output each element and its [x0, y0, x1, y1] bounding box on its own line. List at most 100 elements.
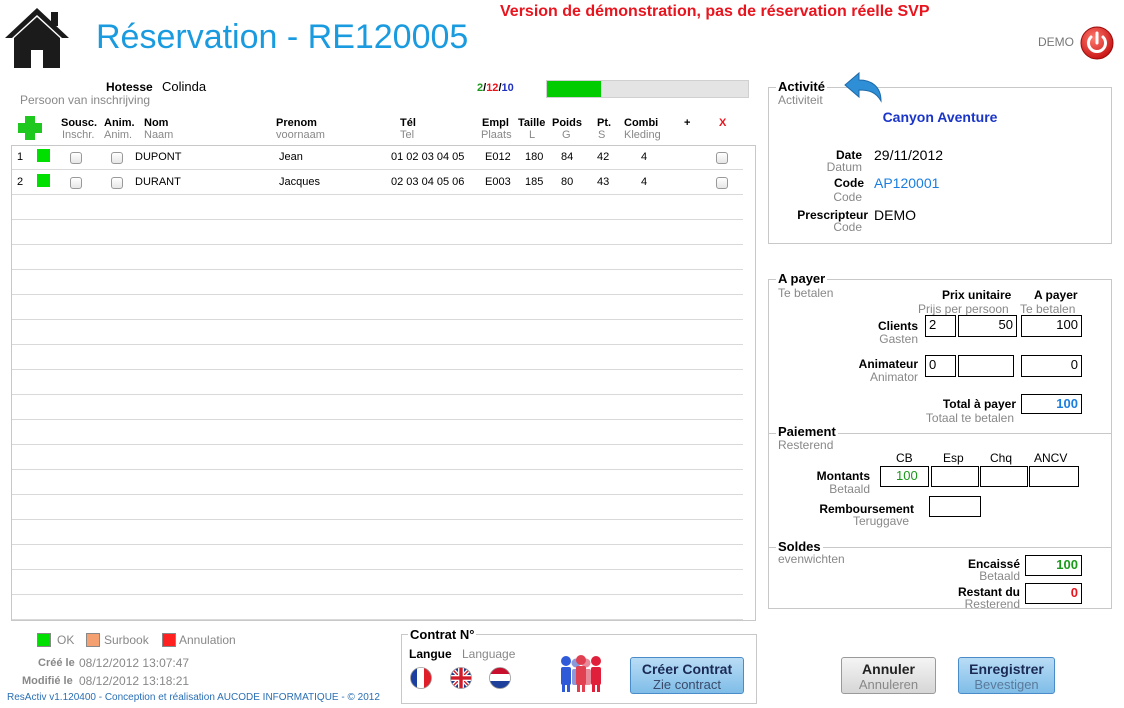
cell-poids: 84 [561, 151, 574, 163]
restant-sub: Resterend [964, 597, 1020, 611]
table-row-divider [12, 469, 743, 470]
date-value: 29/11/2012 [874, 147, 944, 163]
people-group-icon [561, 655, 601, 692]
remboursement-input[interactable] [929, 496, 981, 517]
chq-amount-input[interactable] [980, 466, 1028, 487]
animateur-quantity-input[interactable]: 0 [925, 355, 956, 377]
home-button[interactable] [3, 6, 71, 70]
prix-unitaire-label: Prix unitaire [942, 288, 1012, 302]
cell-taille: 180 [525, 151, 544, 163]
participants-table [11, 145, 756, 621]
progress-fill [547, 81, 602, 97]
cell-poids: 80 [561, 176, 574, 188]
column-header-tel: Tél [400, 117, 416, 129]
create-contract-button[interactable]: Créer Contrat Zie contract [630, 657, 744, 694]
status-ok-indicator[interactable] [37, 174, 50, 187]
legend-annulation-swatch [162, 633, 176, 647]
column-header-nom: Nom [144, 117, 169, 129]
flag-fr-button[interactable] [410, 667, 432, 689]
esp-col-label: Esp [943, 451, 964, 465]
hotesse-label: Hotesse [106, 80, 153, 94]
cell-nom: DURANT [135, 176, 181, 188]
cell-empl: E012 [485, 151, 511, 163]
cancel-sub: Annuleren [858, 677, 919, 692]
animateur-unit-price-input[interactable] [958, 355, 1014, 377]
column-subheader-sousc: Inschr. [62, 129, 95, 141]
logout-button[interactable] [1080, 26, 1114, 60]
souscripteur-checkbox[interactable] [70, 152, 82, 164]
uk-flag-icon [450, 667, 472, 689]
clients-unit-price-input[interactable]: 50 [958, 315, 1017, 337]
paiement-title: Paiement [776, 424, 838, 439]
apayer-col-label: A payer [1034, 288, 1078, 302]
code-sub: Code [833, 190, 862, 204]
column-header-pt: Pt. [597, 117, 612, 129]
cancel-button[interactable]: Annuler Annuleren [841, 657, 936, 694]
save-button[interactable]: Enregistrer Bevestigen [958, 657, 1055, 694]
prescripteur-value: DEMO [874, 207, 916, 223]
column-header-poids: Poids [552, 117, 582, 129]
table-row-divider [12, 494, 743, 495]
souscripteur-checkbox[interactable] [70, 177, 82, 189]
animateur-checkbox[interactable] [111, 177, 123, 189]
table-row-divider [12, 619, 743, 620]
group-contract-button[interactable] [557, 653, 605, 693]
esp-amount-input[interactable] [931, 466, 979, 487]
animateur-label: Animateur [858, 357, 918, 371]
restant-value-field: 0 [1025, 583, 1082, 604]
clients-quantity-input[interactable]: 2 [925, 315, 956, 337]
save-label: Enregistrer [969, 661, 1044, 677]
total-sub: Totaal te betalen [925, 411, 1014, 425]
delete-row-checkbox[interactable] [716, 177, 728, 189]
demo-warning: Version de démonstration, pas de réserva… [500, 3, 930, 20]
back-button[interactable] [843, 71, 883, 103]
cell-combi: 4 [641, 176, 648, 188]
langue-label: Langue [409, 647, 452, 661]
cell-tel: 01 02 03 04 05 [391, 151, 465, 163]
column-subheader-pt: S [598, 129, 606, 141]
prix-unitaire-sub: Prijs per persoon [918, 302, 1009, 316]
cb-amount-input[interactable]: 100 [880, 466, 929, 487]
demo-label: DEMO [1038, 35, 1074, 49]
column-subheader-anim: Anim. [104, 129, 133, 141]
apayer-sub: Te betalen [778, 286, 834, 300]
activite-sub: Activiteit [778, 93, 823, 107]
ancv-amount-input[interactable] [1029, 466, 1079, 487]
column-subheader-tel: Tel [400, 129, 415, 141]
column-subheader-combi: Kleding [624, 129, 661, 141]
count-c: 10 [501, 82, 514, 94]
column-header-anim: Anim. [104, 117, 135, 129]
created-value: 08/12/2012 13:07:47 [79, 656, 190, 670]
delete-row-checkbox[interactable] [716, 152, 728, 164]
cell-combi: 4 [641, 151, 648, 163]
ancv-col-label: ANCV [1034, 451, 1068, 465]
cell-empl: E003 [485, 176, 511, 188]
legend-surbook-label: Surbook [104, 633, 149, 647]
encaisse-sub: Betaald [979, 569, 1020, 583]
count-b: 12 [486, 82, 499, 94]
column-subheader-empl: Plaats [481, 129, 512, 141]
column-header-x: X [719, 117, 727, 129]
code-label: Code [834, 176, 864, 190]
save-sub: Bevestigen [974, 677, 1039, 692]
date-sub: Datum [826, 160, 862, 174]
legend-ok-swatch [37, 633, 51, 647]
status-ok-indicator[interactable] [37, 149, 50, 162]
cell-taille: 185 [525, 176, 544, 188]
add-participant-button[interactable] [16, 115, 44, 141]
animateur-sub: Animator [869, 370, 918, 384]
animateur-checkbox[interactable] [111, 152, 123, 164]
apayer-col-sub: Te betalen [1020, 302, 1076, 316]
table-row-divider [12, 244, 743, 245]
column-header-sousc: Sousc. [61, 117, 98, 129]
footer-credits: ResActiv v1.120400 - Conception et réali… [7, 692, 380, 703]
flag-en-button[interactable] [450, 667, 472, 689]
table-row-divider [12, 419, 743, 420]
column-header-plus: + [684, 117, 691, 129]
code-value-link[interactable]: AP120001 [874, 175, 939, 191]
dutch-flag-icon [489, 667, 511, 689]
column-header-taille: Taille [518, 117, 546, 129]
page-title: Réservation - RE120005 [96, 18, 469, 56]
flag-nl-button[interactable] [489, 667, 511, 689]
power-icon [1080, 26, 1114, 60]
